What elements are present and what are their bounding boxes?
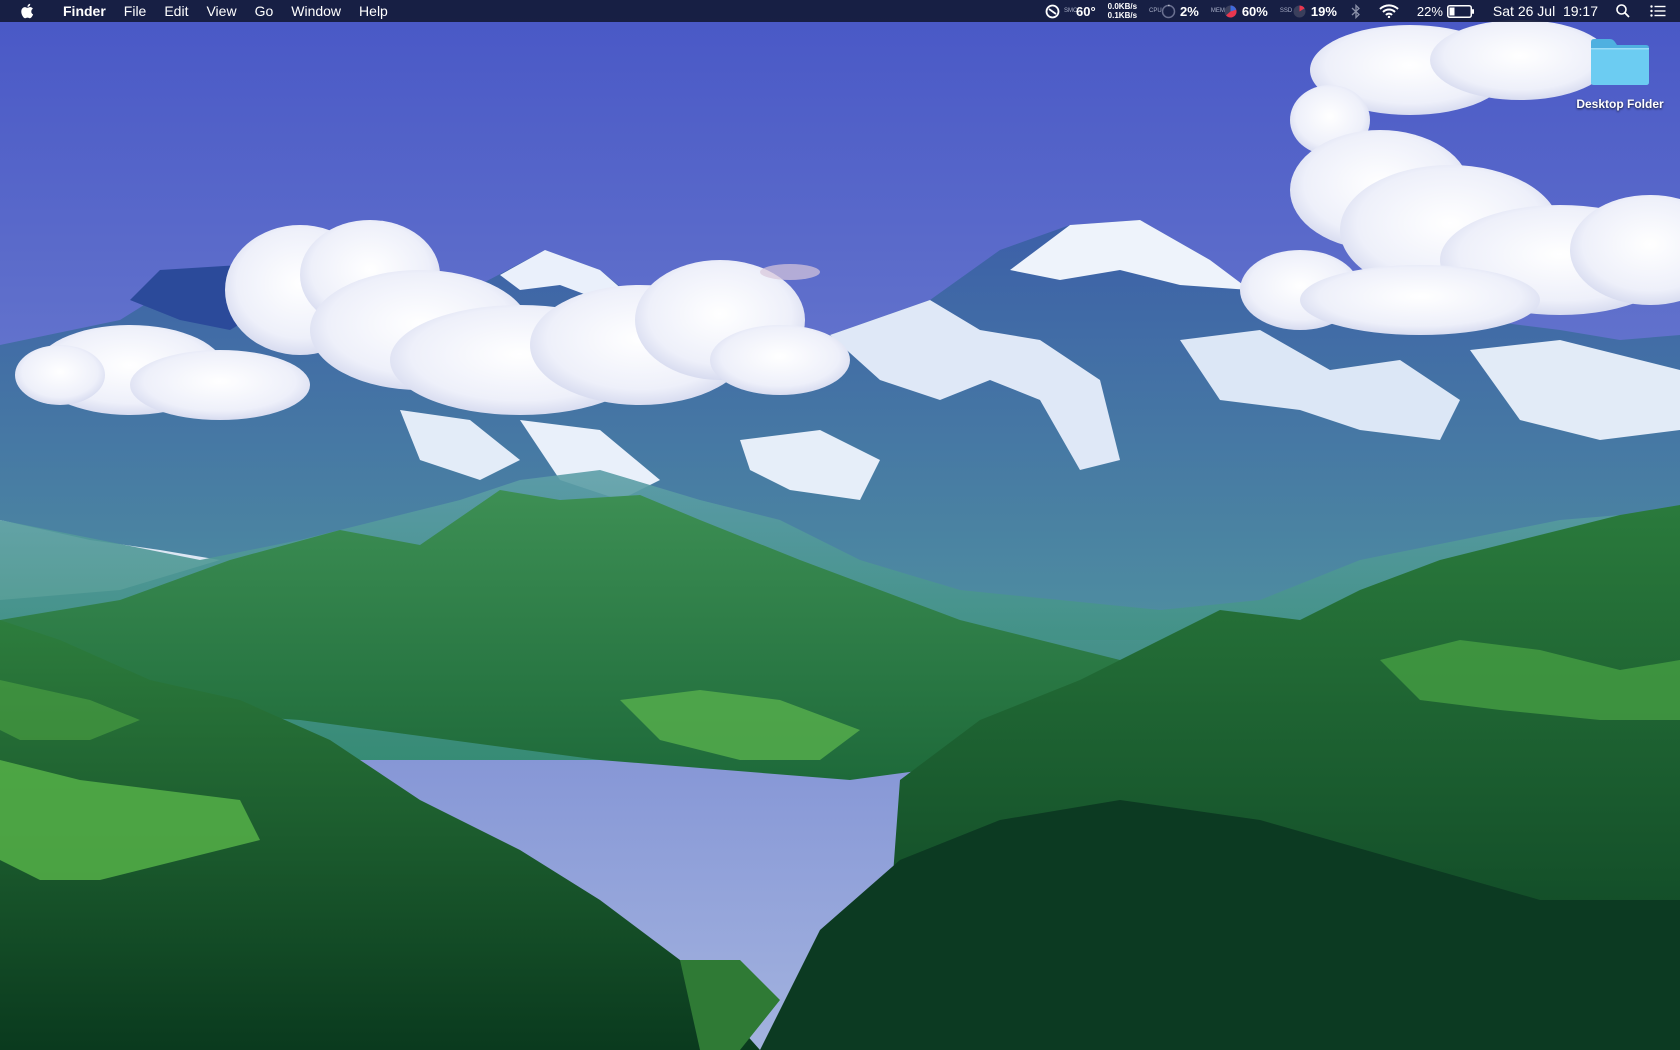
disk-pie-icon — [1292, 4, 1307, 19]
notification-center-icon[interactable] — [1650, 5, 1666, 17]
battery-percent[interactable]: 22% — [1417, 4, 1443, 19]
network-status[interactable]: 0.0KB/s 0.1KB/s — [1108, 2, 1137, 20]
spotlight-search-icon[interactable] — [1616, 4, 1630, 18]
wallpaper-image — [0, 0, 1680, 1050]
battery-icon[interactable] — [1446, 4, 1475, 18]
desktop-folder-item[interactable]: Desktop Folder — [1568, 36, 1672, 111]
disk-usage-value: 19% — [1310, 3, 1337, 19]
menu-file[interactable]: File — [115, 0, 156, 22]
bluetooth-icon[interactable] — [1351, 3, 1361, 19]
folder-icon — [1588, 36, 1652, 93]
cpu-temp-status[interactable]: SMC 60° — [1045, 4, 1096, 19]
cpu-usage-value: 2% — [1180, 3, 1199, 19]
memory-label: MEM — [1210, 8, 1225, 14]
clock[interactable]: Sat 26 Jul 19:17 — [1493, 3, 1598, 19]
menu-help[interactable]: Help — [350, 0, 397, 22]
menu-view[interactable]: View — [197, 0, 245, 22]
desktop[interactable]: Finder File Edit View Go Window Help SMC… — [0, 0, 1680, 1050]
disk-usage-status[interactable]: SSD 19% — [1280, 4, 1337, 19]
apple-logo-icon[interactable] — [18, 0, 36, 22]
menu-go[interactable]: Go — [246, 0, 283, 22]
memory-usage-status[interactable]: MEM 60% — [1211, 4, 1268, 19]
memory-pie-icon — [1223, 4, 1238, 19]
memory-usage-value: 60% — [1241, 3, 1268, 19]
menu-bar: Finder File Edit View Go Window Help SMC… — [0, 0, 1680, 22]
cpu-usage-status[interactable]: CPU 2% — [1149, 4, 1199, 19]
menu-window[interactable]: Window — [282, 0, 350, 22]
cpu-label: CPU — [1149, 8, 1162, 14]
cpu-pie-icon — [1161, 4, 1176, 19]
temp-sensor-label: SMC — [1064, 8, 1078, 14]
istat-gauge-icon — [1045, 4, 1060, 19]
menu-app-finder[interactable]: Finder — [54, 0, 115, 22]
menu-edit[interactable]: Edit — [155, 0, 197, 22]
network-down-value: 0.0KB/s — [1107, 2, 1138, 11]
network-up-value: 0.1KB/s — [1107, 11, 1138, 20]
desktop-folder-label: Desktop Folder — [1576, 97, 1664, 111]
cpu-temp-value: 60° — [1076, 3, 1096, 19]
wifi-icon[interactable] — [1379, 4, 1399, 18]
disk-label: SSD — [1279, 8, 1293, 14]
